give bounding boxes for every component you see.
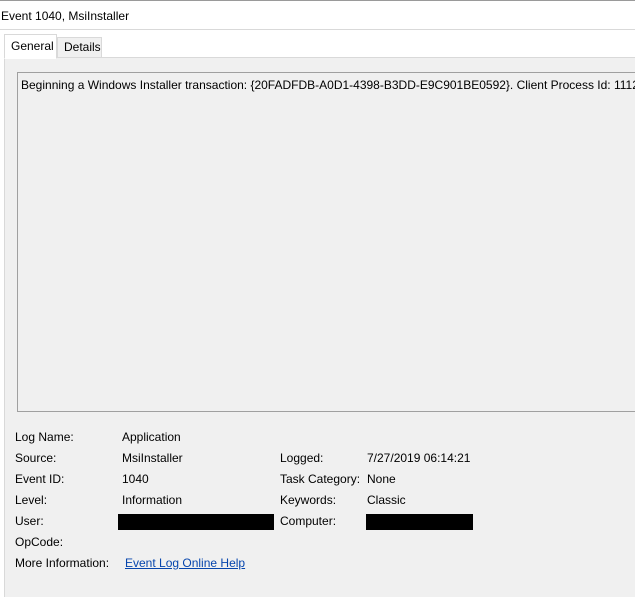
tab-strip: General Details — [0, 30, 635, 59]
log-name-label: Log Name: — [15, 430, 74, 444]
tab-details[interactable]: Details — [57, 37, 102, 58]
logged-label: Logged: — [280, 451, 324, 465]
computer-value-redaction — [366, 514, 473, 530]
event-description-box[interactable]: Beginning a Windows Installer transactio… — [17, 72, 635, 412]
task-category-label: Task Category: — [280, 472, 361, 486]
source-label: Source: — [15, 451, 57, 465]
event-log-online-help-link[interactable]: Event Log Online Help — [125, 556, 245, 570]
window-titlebar: Event 1040, MsiInstaller — [0, 0, 635, 30]
event-id-label: Event ID: — [15, 472, 65, 486]
keywords-label: Keywords: — [280, 493, 337, 507]
user-value-redaction — [118, 514, 274, 530]
computer-label: Computer: — [280, 514, 337, 528]
tab-general[interactable]: General — [4, 34, 57, 59]
event-id-value: 1040 — [122, 472, 149, 486]
user-label: User: — [15, 514, 44, 528]
keywords-value: Classic — [367, 493, 406, 507]
task-category-value: None — [367, 472, 396, 486]
opcode-label: OpCode: — [15, 535, 64, 549]
source-value: MsiInstaller — [122, 451, 183, 465]
level-label: Level: — [15, 493, 48, 507]
window-title: Event 1040, MsiInstaller — [1, 9, 130, 23]
logged-value: 7/27/2019 06:14:21 — [367, 451, 471, 465]
more-information-label: More Information: — [15, 556, 110, 570]
log-name-value: Application — [122, 430, 181, 444]
event-description-text: Beginning a Windows Installer transactio… — [21, 78, 635, 92]
level-value: Information — [122, 493, 183, 507]
